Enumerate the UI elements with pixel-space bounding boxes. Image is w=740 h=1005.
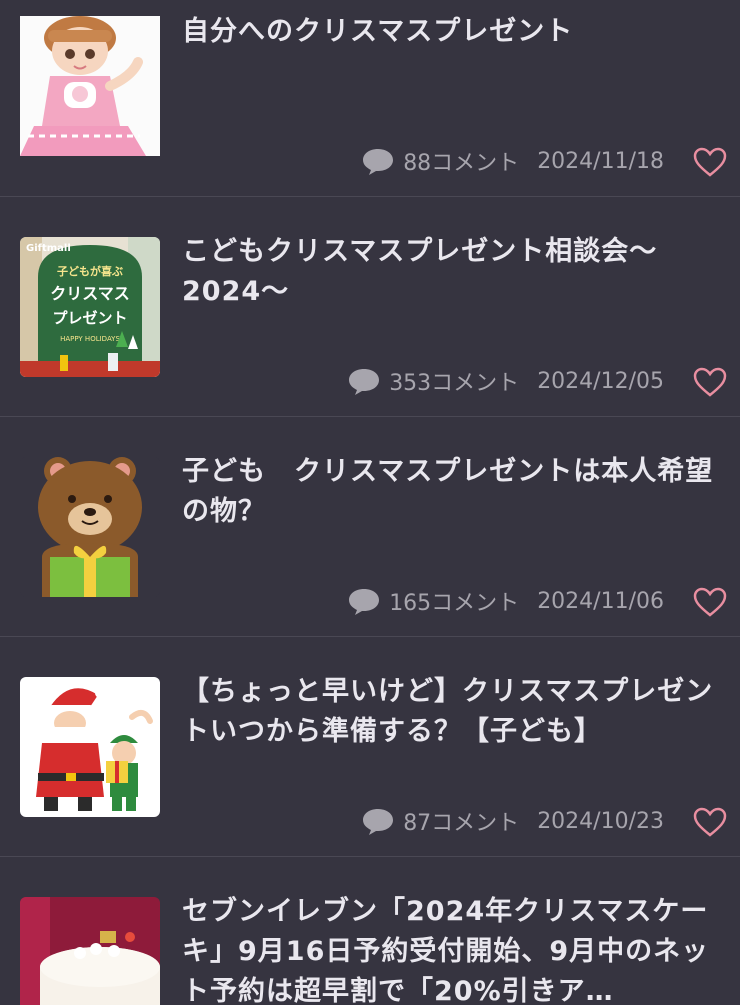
bear-illustration-thumbnail[interactable]: [20, 457, 160, 597]
doll-photo: [20, 16, 160, 156]
list-item[interactable]: 子ども クリスマスプレゼントは本人希望の物？ 165コメント 2024/11/0…: [0, 417, 740, 637]
bear-with-gift-illustration: [20, 457, 160, 597]
article-title[interactable]: 【ちょっと早いけど】クリスマスプレゼントいつから準備する？【子ども】: [182, 672, 727, 752]
list-item[interactable]: 【ちょっと早いけど】クリスマスプレゼントいつから準備する？【子ども】 87コメン…: [0, 637, 740, 857]
comment-count: 165コメント: [389, 591, 520, 616]
list-item[interactable]: Giftmall 子どもが喜ぶ クリスマス プレゼント HAPPY HOLIDA…: [0, 197, 740, 417]
speech-bubble-icon: [347, 586, 381, 616]
santa-and-elf-illustration: [20, 677, 160, 817]
post-date: 2024/10/23: [537, 808, 664, 834]
doll-photo-thumbnail[interactable]: [20, 16, 160, 156]
heart-outline-icon[interactable]: [692, 806, 728, 838]
banner-line: HAPPY HOLIDAYS: [60, 335, 120, 343]
comment-count: 88コメント: [403, 151, 520, 176]
banner-line: クリスマス: [50, 284, 130, 303]
brand-label: Giftmall: [26, 243, 71, 254]
article-list: 自分へのクリスマスプレゼント 88コメント 2024/11/18 Giftmal…: [0, 0, 740, 1005]
article-meta: 87コメント 2024/10/23: [361, 806, 664, 836]
heart-outline-icon[interactable]: [692, 366, 728, 398]
article-title[interactable]: こどもクリスマスプレゼント相談会〜2024〜: [182, 232, 727, 312]
article-title[interactable]: 自分へのクリスマスプレゼント: [182, 12, 727, 52]
article-meta: 353コメント 2024/12/05: [347, 366, 664, 396]
post-date: 2024/11/06: [537, 588, 664, 614]
santa-illustration-thumbnail[interactable]: [20, 677, 160, 817]
banner-line: プレゼント: [52, 309, 127, 327]
list-item[interactable]: セブンイレブン「2024年クリスマスケーキ」9月16日予約受付開始、9月中のネッ…: [0, 857, 740, 1005]
post-date: 2024/11/18: [537, 148, 664, 174]
giftmall-banner: Giftmall 子どもが喜ぶ クリスマス プレゼント HAPPY HOLIDA…: [20, 237, 160, 377]
cake-photo-thumbnail[interactable]: [20, 897, 160, 1005]
article-title[interactable]: セブンイレブン「2024年クリスマスケーキ」9月16日予約受付開始、9月中のネッ…: [182, 892, 727, 1005]
list-item[interactable]: 自分へのクリスマスプレゼント 88コメント 2024/11/18: [0, 0, 740, 197]
heart-outline-icon[interactable]: [692, 146, 728, 178]
christmas-cake-photo: [20, 897, 160, 1005]
giftmall-banner-thumbnail[interactable]: Giftmall 子どもが喜ぶ クリスマス プレゼント HAPPY HOLIDA…: [20, 237, 160, 377]
article-meta: 88コメント 2024/11/18: [361, 146, 664, 176]
comment-count: 353コメント: [389, 371, 520, 396]
comment-count: 87コメント: [403, 811, 520, 836]
heart-outline-icon[interactable]: [692, 586, 728, 618]
article-title[interactable]: 子ども クリスマスプレゼントは本人希望の物？: [182, 452, 727, 532]
speech-bubble-icon: [361, 146, 395, 176]
speech-bubble-icon: [347, 366, 381, 396]
speech-bubble-icon: [361, 806, 395, 836]
banner-line: 子どもが喜ぶ: [57, 264, 123, 278]
post-date: 2024/12/05: [537, 368, 664, 394]
article-meta: 165コメント 2024/11/06: [347, 586, 664, 616]
